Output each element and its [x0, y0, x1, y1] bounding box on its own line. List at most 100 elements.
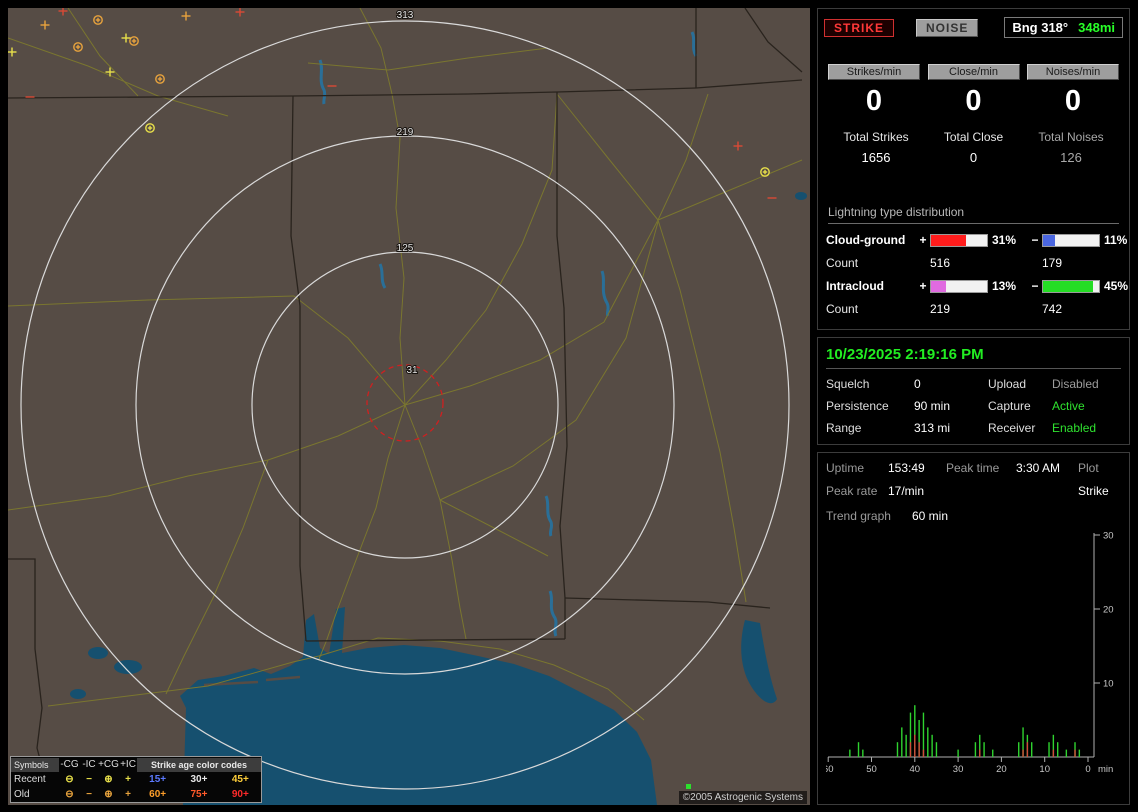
trend-chart: 6050403020100min102030	[826, 529, 1125, 779]
trend-x-tick: 20	[996, 764, 1007, 775]
ic-positive-icon: +	[119, 773, 137, 787]
cg-negative-icon: ⊖	[59, 773, 80, 787]
strikes-per-min-column: Strikes/min 0	[828, 64, 920, 118]
trend-x-tick: 10	[1039, 764, 1050, 775]
control-panel: STRIKE NOISE Bng 318° 348mi Strikes/min …	[817, 8, 1130, 805]
range-ring-label: 125	[397, 243, 414, 254]
bearing-distance: 348mi	[1078, 20, 1115, 35]
upload-label: Upload	[988, 377, 1052, 391]
ic-plus-bar	[930, 280, 988, 293]
trend-window-value: 60 min	[912, 509, 972, 523]
trend-x-tick: 50	[866, 764, 877, 775]
system-status-section: 10/23/2025 2:19:16 PM Squelch 0 Upload D…	[817, 337, 1130, 445]
total-noises-value: 126	[1023, 150, 1119, 165]
legend-recent-label: Recent	[11, 773, 59, 787]
age-code: 60+	[149, 788, 166, 802]
noises-per-min-column: Noises/min 0	[1027, 64, 1119, 118]
noise-mode-button[interactable]: NOISE	[916, 19, 978, 37]
trend-x-tick: 0	[1085, 764, 1090, 775]
map-graphic: 313 219 125 31	[8, 8, 810, 805]
plot-label: Plot	[1078, 461, 1120, 475]
age-codes-old: 60+ 75+ 90+	[137, 788, 261, 802]
intracloud-label: Intracloud	[826, 279, 916, 293]
cg-plus-bar	[930, 234, 988, 247]
capture-label: Capture	[988, 399, 1052, 413]
count-label: Count	[826, 302, 916, 316]
plus-sign: +	[916, 279, 930, 293]
cg-minus-bar	[1042, 234, 1100, 247]
range-label: Range	[826, 421, 914, 435]
close-per-min-value: 0	[928, 85, 1020, 118]
ic-minus-bar	[1042, 280, 1100, 293]
count-label: Count	[826, 256, 916, 270]
legend-age-header: Strike age color codes	[137, 758, 261, 772]
noises-per-min-header: Noises/min	[1027, 64, 1119, 80]
legend-header-row: Symbols -CG -IC +CG +IC Strike age color…	[11, 757, 261, 772]
total-close-value: 0	[926, 150, 1022, 165]
age-code: 75+	[191, 788, 208, 802]
station-marker	[686, 784, 691, 789]
total-noises: Total Noises 126	[1023, 130, 1119, 165]
capture-status: Active	[1052, 399, 1116, 413]
minus-sign: −	[1028, 279, 1042, 293]
distribution-title: Lightning type distribution	[828, 205, 1119, 224]
plot-mode-value: Strike	[1078, 484, 1120, 498]
trend-y-tick: 20	[1103, 605, 1114, 616]
noises-per-min-value: 0	[1027, 85, 1119, 118]
datetime-display: 10/23/2025 2:19:16 PM	[826, 346, 1121, 369]
strike-mode-button[interactable]: STRIKE	[824, 19, 894, 37]
ic-negative-icon: −	[80, 773, 98, 787]
trend-section: Uptime 153:49 Peak time 3:30 AM Plot Pea…	[817, 452, 1130, 805]
lightning-map[interactable]: 313 219 125 31 Symbols -CG -IC +CG +IC S…	[8, 8, 810, 805]
range-ring-label: 219	[397, 127, 414, 138]
minus-sign: −	[1028, 233, 1042, 247]
age-code: 15+	[149, 773, 166, 787]
trend-x-tick: 30	[953, 764, 964, 775]
cg-minus-pct: 11%	[1100, 233, 1130, 247]
ic-minus-pct: 45%	[1100, 279, 1130, 293]
uptime-label: Uptime	[826, 461, 888, 475]
peak-rate-label: Peak rate	[826, 484, 888, 498]
age-code: 30+	[191, 773, 208, 787]
squelch-value: 0	[914, 377, 988, 391]
intracloud-row: Intracloud + 13% − 45% Count 219 742	[818, 279, 1129, 316]
bearing-readout: Bng 318° 348mi	[1004, 17, 1123, 38]
cg-positive-icon: ⊕	[98, 788, 119, 802]
legend-old-row: Old ⊖ − ⊕ + 60+75+90+	[11, 787, 261, 802]
ic-positive-icon: +	[119, 788, 137, 802]
legend-col-cg-pos: +CG	[98, 758, 119, 772]
upload-status: Disabled	[1052, 377, 1116, 391]
trend-x-tick: 40	[910, 764, 921, 775]
ic-minus-count: 742	[1042, 302, 1100, 316]
legend-old-label: Old	[11, 788, 59, 802]
total-noises-label: Total Noises	[1023, 130, 1119, 144]
map-legend: Symbols -CG -IC +CG +IC Strike age color…	[10, 756, 262, 803]
ic-negative-icon: −	[80, 788, 98, 802]
trend-y-tick: 10	[1103, 679, 1114, 690]
close-per-min-column: Close/min 0	[928, 64, 1020, 118]
cg-minus-count: 179	[1042, 256, 1100, 270]
total-strikes-label: Total Strikes	[828, 130, 924, 144]
total-strikes: Total Strikes 1656	[828, 130, 924, 165]
trend-axes	[828, 533, 1094, 757]
trend-graph-label: Trend graph	[826, 509, 912, 523]
age-code: 90+	[232, 788, 249, 802]
receiver-status: Enabled	[1052, 421, 1116, 435]
total-strikes-value: 1656	[828, 150, 924, 165]
legend-recent-row: Recent ⊖ − ⊕ + 15+30+45+	[11, 772, 261, 787]
range-ring-label: 313	[397, 10, 414, 21]
ic-plus-pct: 13%	[988, 279, 1028, 293]
close-per-min-header: Close/min	[928, 64, 1020, 80]
squelch-label: Squelch	[826, 377, 914, 391]
age-code: 45+	[232, 773, 249, 787]
legend-col-ic-neg: -IC	[80, 758, 98, 772]
bearing-value: Bng 318°	[1012, 20, 1068, 35]
cloud-ground-label: Cloud-ground	[826, 233, 916, 247]
age-codes-recent: 15+ 30+ 45+	[137, 773, 261, 787]
legend-col-ic-pos: +IC	[119, 758, 137, 772]
total-close-label: Total Close	[926, 130, 1022, 144]
strike-stats-section: STRIKE NOISE Bng 318° 348mi Strikes/min …	[817, 8, 1130, 330]
plus-sign: +	[916, 233, 930, 247]
peak-time-label: Peak time	[946, 461, 1016, 475]
cloud-ground-row: Cloud-ground + 31% − 11% Count 516 179	[818, 233, 1129, 270]
